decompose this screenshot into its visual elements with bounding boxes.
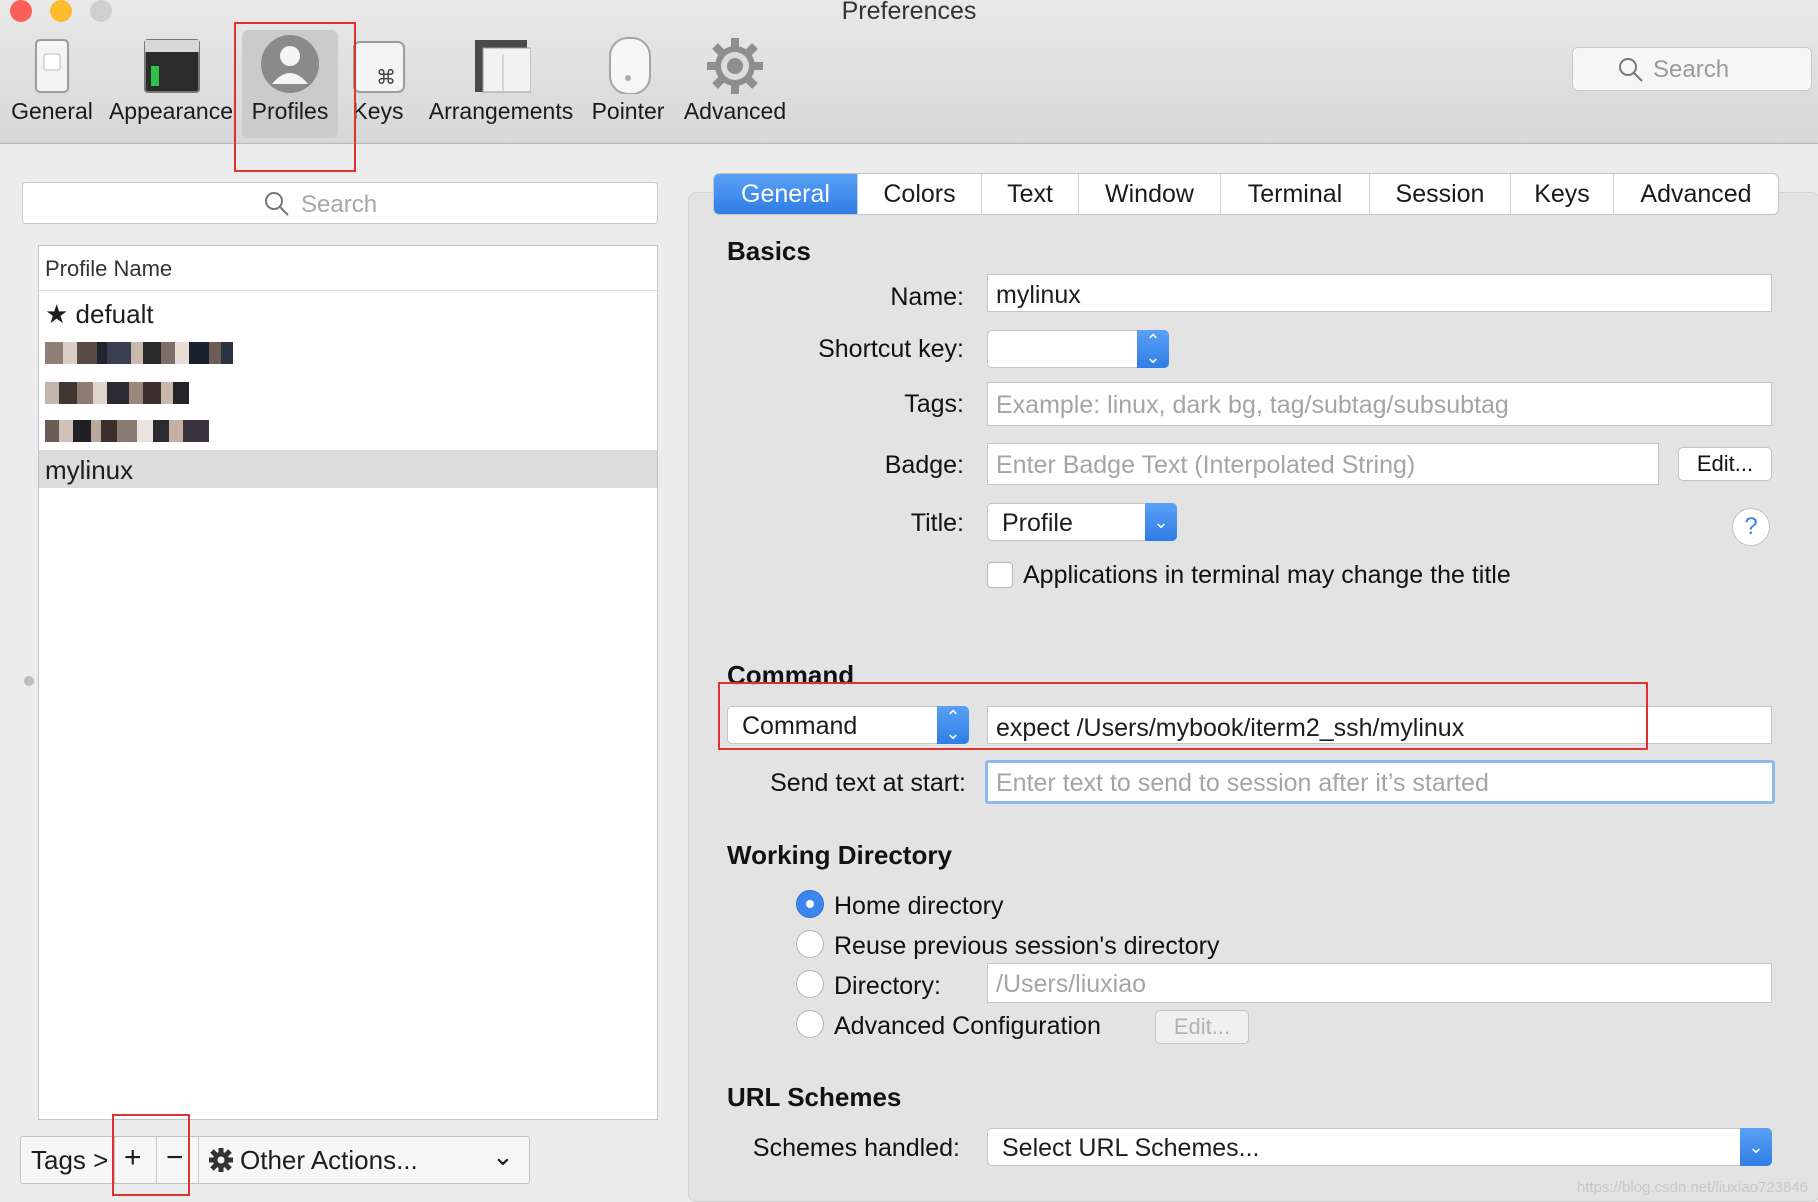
profile-row-redacted-2[interactable] [39,374,657,412]
reuse-directory-label: Reuse previous session's directory [834,932,1220,960]
general-switch-icon [22,34,82,94]
tab-text[interactable]: Text [982,174,1079,214]
chevron-down-icon: ⌄ [1740,1128,1772,1166]
profile-row-redacted-1[interactable] [39,334,657,372]
annotation-command-highlight [718,682,1648,750]
redacted-profile-name [45,342,233,364]
tab-general[interactable]: General [714,174,858,214]
send-text-field[interactable]: Enter text to send to session after it’s… [985,760,1775,804]
directory-label: Directory: [834,972,941,1000]
redacted-profile-name [45,420,209,442]
toolbar-appearance[interactable]: Appearance [106,34,236,125]
annotation-profiles-highlight [234,22,356,172]
pointer-mouse-icon [598,34,658,95]
profile-row-defualt[interactable]: ★ defualt [39,294,657,332]
title-label: Title: [910,509,964,537]
send-text-label: Send text at start: [770,769,966,797]
advanced-gear-icon [705,34,765,94]
help-button[interactable]: ? [1732,508,1770,546]
directory-radio[interactable] [796,970,824,998]
chevron-down-icon: ⌄ [492,1141,514,1171]
shortcut-key-label: Shortcut key: [818,335,964,363]
apps-change-title-checkbox[interactable] [987,562,1013,588]
directory-path-field[interactable]: /Users/liuxiao [987,963,1772,1003]
chevron-down-icon: ⌄ [1145,503,1177,541]
tab-terminal[interactable]: Terminal [1221,174,1370,214]
advanced-configuration-radio[interactable] [796,1010,824,1038]
url-schemes-heading: URL Schemes [727,1082,902,1112]
split-view-handle[interactable] [24,676,34,686]
toolbar-search-field[interactable]: Search [1572,47,1812,91]
keys-command-icon: ⌘ [348,34,408,94]
svg-text:⌘: ⌘ [376,65,396,89]
tab-keys[interactable]: Keys [1511,174,1614,214]
url-schemes-popup[interactable]: Select URL Schemes... ⌄ [987,1128,1772,1166]
tags-field[interactable]: Example: linux, dark bg, tag/subtag/subs… [987,382,1772,426]
badge-label: Badge: [884,451,964,479]
other-actions-menu[interactable]: Other Actions... ⌄ [198,1137,529,1183]
profile-name-column-header[interactable]: Profile Name [39,246,657,291]
annotation-add-button-highlight [112,1114,190,1196]
arrangements-windows-icon [471,34,532,94]
watermark: https://blog.csdn.net/liuxiao723846 [1577,1179,1808,1196]
up-down-chevron-icon: ⌃ ⌄ [1137,330,1169,368]
apps-change-title-label: Applications in terminal may change the … [1023,561,1511,589]
profile-search-field[interactable]: Search [22,182,658,224]
badge-edit-button[interactable]: Edit... [1678,447,1772,481]
profile-list-actions-bar: Tags > + − Other Actions... ⌄ [20,1136,530,1184]
redacted-profile-name [45,382,189,404]
basics-heading: Basics [727,236,811,266]
tab-colors[interactable]: Colors [858,174,982,214]
tags-toggle-button[interactable]: Tags > [21,1137,115,1183]
appearance-window-icon [141,34,201,94]
tab-window[interactable]: Window [1079,174,1221,214]
profile-tabs: General Colors Text Window Terminal Sess… [713,173,1779,215]
tab-session[interactable]: Session [1370,174,1511,214]
name-label: Name: [890,283,964,311]
search-icon [1619,58,1643,82]
tab-advanced[interactable]: Advanced [1614,174,1778,214]
advanced-configuration-label: Advanced Configuration [834,1012,1101,1040]
shortcut-key-popup[interactable]: ⌃ ⌄ [987,330,1169,368]
toolbar-advanced[interactable]: Advanced [680,34,790,125]
gear-icon [209,1148,233,1172]
title-popup[interactable]: Profile ⌄ [987,503,1177,541]
home-directory-label: Home directory [834,892,1004,920]
profile-row-mylinux[interactable]: mylinux [39,450,657,488]
profile-list: Profile Name ★ defualt mylinux [38,245,658,1120]
toolbar-pointer[interactable]: Pointer [588,34,668,125]
profile-row-redacted-3[interactable] [39,412,657,450]
search-icon [265,192,289,216]
toolbar-general[interactable]: General [2,34,102,125]
schemes-handled-label: Schemes handled: [752,1134,960,1162]
toolbar-arrangements[interactable]: Arrangements [426,34,576,125]
tags-label: Tags: [904,390,964,418]
home-directory-radio[interactable] [796,890,824,918]
reuse-directory-radio[interactable] [796,930,824,958]
working-directory-heading: Working Directory [727,840,952,870]
profile-name-field[interactable]: mylinux [987,274,1772,312]
badge-field[interactable]: Enter Badge Text (Interpolated String) [987,443,1659,485]
advanced-configuration-edit-button[interactable]: Edit... [1155,1010,1249,1044]
